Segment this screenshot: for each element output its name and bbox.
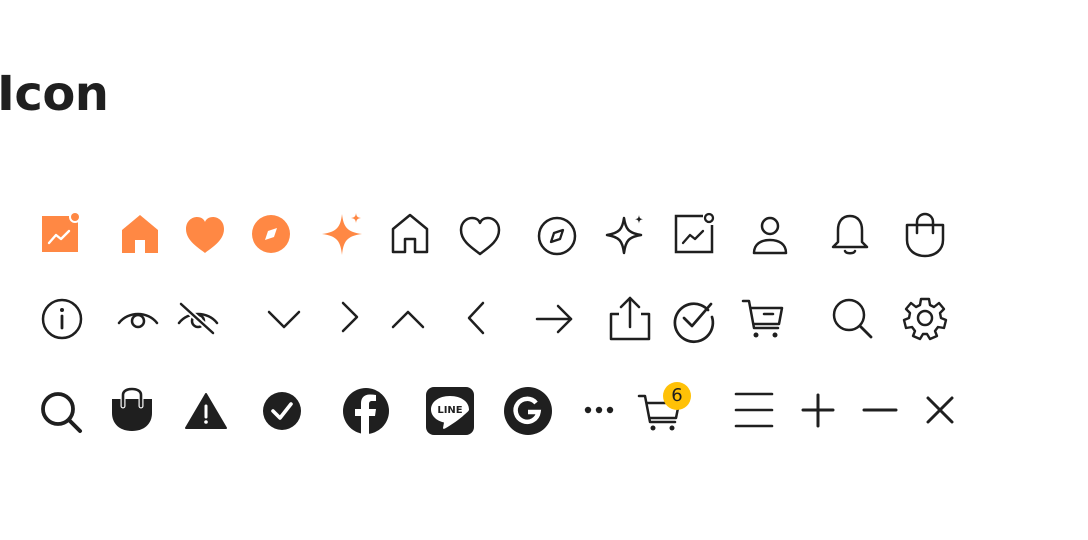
more-dots-icon[interactable]: [576, 388, 624, 436]
check-circle-filled-icon[interactable]: [258, 388, 306, 436]
minus-icon[interactable]: [856, 388, 904, 436]
chart-filled-icon[interactable]: [36, 210, 84, 258]
page-title: Icon: [0, 66, 109, 122]
heart-outline-icon[interactable]: [456, 210, 504, 258]
bag-outline-icon[interactable]: [901, 210, 949, 258]
close-icon[interactable]: [916, 388, 964, 436]
gear-icon[interactable]: [901, 295, 949, 343]
info-icon[interactable]: [38, 295, 86, 343]
plus-icon[interactable]: [795, 388, 843, 436]
facebook-icon[interactable]: [342, 388, 390, 436]
check-circle-icon[interactable]: [670, 295, 718, 344]
chevron-down-icon[interactable]: [260, 295, 308, 343]
search-icon[interactable]: [828, 295, 876, 343]
sparkle-filled-icon[interactable]: [318, 210, 366, 258]
chevron-right-icon[interactable]: [326, 295, 374, 343]
menu-icon[interactable]: [730, 388, 778, 436]
share-icon[interactable]: [605, 295, 653, 343]
chevron-up-icon[interactable]: [384, 295, 432, 343]
cart-remove-icon[interactable]: [740, 295, 788, 343]
cart-icon[interactable]: 6: [637, 382, 691, 440]
user-outline-icon[interactable]: [746, 210, 794, 258]
cart-count-badge: 6: [663, 382, 691, 410]
chevron-left-icon[interactable]: [452, 295, 500, 343]
eye-off-icon[interactable]: [174, 295, 222, 343]
bag-filled-icon[interactable]: [108, 386, 156, 436]
eye-icon[interactable]: [114, 295, 162, 343]
heart-filled-icon[interactable]: [181, 210, 229, 258]
warning-filled-icon[interactable]: [182, 388, 230, 436]
arrow-right-icon[interactable]: [530, 295, 578, 343]
line-icon[interactable]: LINE: [426, 387, 474, 436]
compass-filled-icon[interactable]: [247, 210, 295, 258]
svg-text:LINE: LINE: [437, 405, 462, 416]
sparkle-outline-icon[interactable]: [601, 210, 649, 258]
home-filled-icon[interactable]: [116, 210, 164, 258]
compass-outline-icon[interactable]: [533, 210, 581, 258]
search-bold-icon[interactable]: [38, 388, 86, 436]
home-outline-icon[interactable]: [386, 210, 434, 258]
bell-outline-icon[interactable]: [826, 210, 874, 258]
chart-outline-icon[interactable]: [670, 210, 718, 258]
google-icon[interactable]: [504, 387, 552, 436]
